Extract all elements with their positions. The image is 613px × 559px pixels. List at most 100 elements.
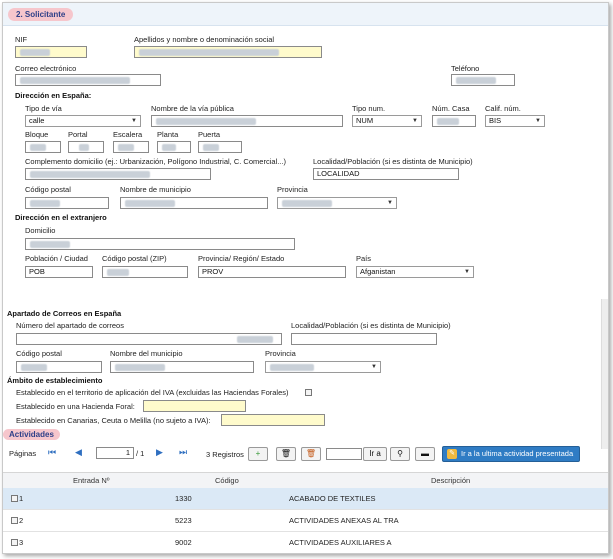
scrollbar[interactable] — [601, 299, 608, 449]
nombre-municipio2-label: Nombre del municipio — [110, 349, 183, 358]
trash-icon[interactable]: 🗑 — [276, 447, 296, 461]
cod-postal2-label: Código postal — [16, 349, 62, 358]
correo-input[interactable] — [15, 74, 161, 86]
cod-postal-zip-input[interactable] — [102, 266, 188, 278]
portal-input[interactable] — [68, 141, 104, 153]
chevron-down-icon: ▼ — [535, 118, 541, 124]
planta-input[interactable] — [157, 141, 191, 153]
tipo-via-value: calle — [29, 116, 45, 125]
goto-input[interactable] — [326, 448, 362, 460]
est-canarias-input[interactable] — [221, 414, 325, 426]
domicilio-label: Domicilio — [25, 226, 56, 235]
num-apartado-label: Número del apartado de correos — [16, 321, 124, 330]
filter-icon[interactable]: ⚲ — [390, 447, 410, 461]
apellidos-label: Apellidos y nombre o denominación social — [134, 35, 275, 44]
nombre-municipio-label: Nombre de municipio — [120, 185, 191, 194]
bloque-input[interactable] — [25, 141, 61, 153]
cod-postal2-input[interactable] — [16, 361, 102, 373]
row-checkbox[interactable] — [11, 495, 18, 502]
actividades-title: Actividades — [3, 429, 60, 440]
localidad2-label: Localidad/Población (si es distinta de M… — [291, 321, 451, 330]
calif-num-select[interactable]: BIS ▼ — [485, 115, 545, 127]
est-foral-input[interactable] — [143, 400, 246, 412]
complemento-input[interactable] — [25, 168, 211, 180]
codigo-cell: 1330 — [175, 494, 192, 503]
first-page-icon[interactable]: ⏮ — [48, 447, 56, 458]
table-row[interactable]: 1 1330 ACABADO DE TEXTILES — [3, 488, 608, 510]
escalera-label: Escalera — [113, 130, 143, 139]
dir-espana-heading: Dirección en España: — [15, 91, 92, 100]
export-icon[interactable]: ▬ — [415, 447, 435, 461]
num-casa-input[interactable] — [432, 115, 476, 127]
provincia-select[interactable]: ▼ — [277, 197, 397, 209]
puerta-label: Puerta — [198, 130, 221, 139]
next-page-icon[interactable]: ▶ — [156, 447, 163, 458]
domicilio-input[interactable] — [25, 238, 295, 250]
escalera-input[interactable] — [113, 141, 149, 153]
localidad-input[interactable]: LOCALIDAD — [313, 168, 459, 180]
num-apartado-input[interactable] — [16, 333, 282, 345]
bloque-label: Bloque — [25, 130, 49, 139]
telefono-label: Teléfono — [451, 64, 480, 73]
est-territorio-checkbox[interactable] — [305, 389, 312, 396]
tipo-num-select[interactable]: NUM ▼ — [352, 115, 422, 127]
pais-select[interactable]: Afganistan ▼ — [356, 266, 474, 278]
ir-ultima-button[interactable]: ✎ Ir a la ultima actividad presentada — [442, 446, 581, 462]
correo-label: Correo electrónico — [15, 64, 77, 73]
table-row[interactable]: 2 5223 ACTIVIDADES ANEXAS AL TRA — [3, 510, 608, 532]
poblacion-ciudad-label: Población / Ciudad — [25, 254, 88, 263]
est-territorio-label: Establecido en el territorio de aplicaci… — [16, 388, 289, 397]
complemento-label: Complemento domicilio (ej.: Urbanización… — [25, 157, 286, 166]
page-input[interactable]: 1 — [96, 447, 134, 459]
provincia2-select[interactable]: ▼ — [265, 361, 381, 373]
registros-count: 3 Registros — [206, 450, 244, 459]
provincia2-label: Provincia — [265, 349, 296, 358]
row-checkbox[interactable] — [11, 517, 18, 524]
col-codigo[interactable]: Código — [215, 476, 239, 485]
codigo-cell: 9002 — [175, 538, 192, 547]
nombre-municipio-input[interactable] — [120, 197, 268, 209]
ambito-heading: Ámbito de establecimiento — [7, 376, 103, 385]
num-casa-label: Núm. Casa — [432, 104, 470, 113]
section-header: 2. Solicitante — [3, 3, 608, 26]
telefono-input[interactable] — [451, 74, 515, 86]
nif-input[interactable] — [15, 46, 87, 58]
pais-value: Afganistan — [360, 267, 396, 276]
section-title-solicitante: 2. Solicitante — [8, 8, 74, 21]
entrada-cell: 1 — [19, 494, 24, 503]
cod-postal-label: Código postal — [25, 185, 71, 194]
poblacion-input[interactable]: POB — [25, 266, 93, 278]
descripcion-cell: ACABADO DE TEXTILES — [289, 494, 376, 503]
prev-page-icon[interactable]: ◀ — [75, 447, 82, 458]
chevron-down-icon: ▼ — [371, 364, 377, 370]
col-descripcion[interactable]: Descripción — [431, 476, 470, 485]
row-checkbox[interactable] — [11, 539, 18, 546]
localidad-label: Localidad/Población (si es distinta de M… — [313, 157, 473, 166]
pais-label: País — [356, 254, 372, 263]
col-entrada[interactable]: Entrada Nº — [73, 476, 110, 485]
chevron-down-icon: ▼ — [387, 200, 393, 206]
cod-postal-input[interactable] — [25, 197, 109, 209]
prov-region-input[interactable]: PROV — [198, 266, 346, 278]
tipo-via-label: Tipo de vía — [25, 104, 62, 113]
add-record-icon[interactable]: + — [248, 447, 268, 461]
codigo-cell: 5223 — [175, 516, 192, 525]
nif-label: NIF — [15, 35, 28, 44]
last-page-icon[interactable]: ⏭ — [179, 447, 187, 458]
goto-button[interactable]: Ir a — [363, 447, 387, 461]
localidad2-input[interactable] — [291, 333, 437, 345]
provincia-label: Provincia — [277, 185, 308, 194]
portal-label: Portal — [68, 130, 88, 139]
prov-region-label: Provincia/ Región/ Estado — [198, 254, 285, 263]
delete-all-icon[interactable]: 🗑 — [301, 447, 321, 461]
planta-label: Planta — [157, 130, 179, 139]
nombre-via-input[interactable] — [151, 115, 343, 127]
ir-ultima-label: Ir a la ultima actividad presentada — [461, 449, 574, 458]
dir-extranjero-heading: Dirección en el extranjero — [15, 213, 107, 222]
puerta-input[interactable] — [198, 141, 242, 153]
tipo-via-select[interactable]: calle ▼ — [25, 115, 141, 127]
table-row[interactable]: 3 9002 ACTIVIDADES AUXILIARES A — [3, 532, 608, 553]
calif-num-value: BIS — [489, 116, 502, 125]
apellidos-input[interactable] — [134, 46, 322, 58]
nombre-municipio2-input[interactable] — [110, 361, 254, 373]
